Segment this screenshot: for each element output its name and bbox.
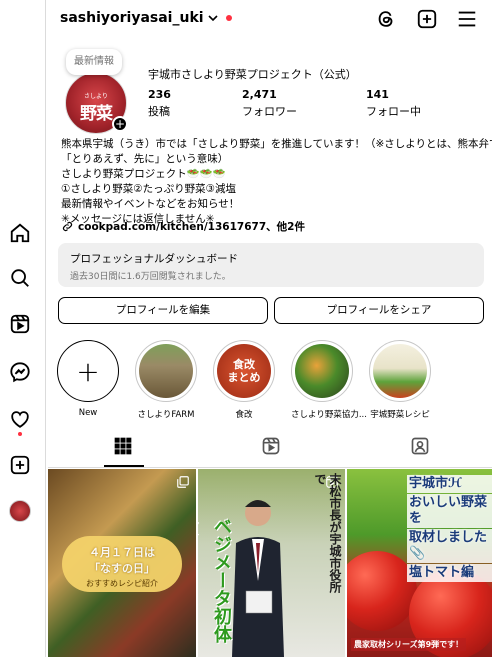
- dashboard-subtitle: 過去30日間に1.6万回閲覧されました。: [70, 272, 231, 282]
- highlight-new[interactable]: + New: [57, 340, 119, 418]
- link-text: cookpad.com/kitchen/13617677、他2件: [78, 221, 305, 233]
- post-caption-footer: 農家取材シリーズ第9弾です！: [351, 638, 467, 651]
- highlight-cover: 食改 まとめ: [213, 340, 275, 402]
- bio-line: さしより野菜プロジェクト🥗🥗🥗: [61, 168, 227, 180]
- stat-label: フォロワー: [242, 105, 297, 118]
- post-caption-line: 「なすの日」: [89, 562, 155, 575]
- side-navigation: [0, 0, 46, 657]
- stat-followers[interactable]: 2,471 フォロワー: [242, 88, 297, 119]
- create-post-icon[interactable]: [416, 8, 438, 30]
- tagged-icon[interactable]: [410, 436, 432, 458]
- highlight-shokukai[interactable]: 食改 まとめ 食改: [213, 340, 275, 420]
- highlight-cover: [369, 340, 431, 402]
- username-switcher[interactable]: sashiyoriyasai_uki: [60, 10, 232, 26]
- stat-posts[interactable]: 236 投稿: [148, 88, 171, 119]
- highlight-label: 宇城野菜レシピ: [370, 410, 430, 420]
- stat-number: 236: [148, 88, 171, 101]
- stat-label: 投稿: [148, 105, 170, 118]
- share-profile-button[interactable]: プロフィールをシェア: [274, 297, 484, 324]
- post-caption-banner: ４月１７日は 「なすの日」 おすすめレシピ紹介: [62, 536, 182, 592]
- recipe-book-image: [373, 344, 427, 398]
- post-caption-line: 塩トマト編: [407, 564, 492, 582]
- profile-tabs: [48, 428, 492, 468]
- grid-icon[interactable]: [113, 436, 135, 458]
- tomato-image: [347, 551, 417, 631]
- farm-field-image: [139, 344, 193, 398]
- bio-line: ①さしより野菜②たっぷり野菜③減塩: [61, 183, 237, 195]
- home-icon[interactable]: [9, 222, 31, 244]
- menu-icon[interactable]: [456, 8, 478, 30]
- unread-dot: [225, 15, 232, 21]
- post-caption-line: おすすめレシピ紹介: [86, 579, 158, 588]
- post-caption-highlight: ベジメータ初体験: [211, 517, 232, 643]
- highlight-recipes[interactable]: 宇城野菜レシピ: [369, 340, 431, 420]
- stat-number: 2,471: [242, 88, 277, 101]
- highlight-cover: [291, 340, 353, 402]
- bio-line: 「とりあえず、先に」という意味）: [61, 153, 229, 165]
- profile-link[interactable]: cookpad.com/kitchen/13617677、他2件: [61, 219, 305, 234]
- reels-icon[interactable]: [9, 313, 31, 335]
- professional-dashboard[interactable]: プロフェッショナルダッシュボード 過去30日間に1.6万回閲覧されました。: [58, 243, 484, 287]
- stat-number: 141: [366, 88, 389, 101]
- profile-header: sashiyoriyasai_uki: [46, 0, 492, 40]
- active-tab-indicator: [104, 465, 144, 467]
- post-caption-line: 取材しました📎: [407, 529, 492, 563]
- add-story-icon[interactable]: +: [112, 116, 128, 132]
- threads-icon[interactable]: [375, 8, 397, 30]
- edit-profile-button[interactable]: プロフィールを編集: [58, 297, 268, 324]
- shokukai-cover-image: 食改 まとめ: [217, 344, 271, 398]
- post-thumbnail[interactable]: ４月１７日は 「なすの日」 おすすめレシピ紹介: [48, 469, 196, 657]
- heart-icon[interactable]: [9, 408, 31, 430]
- highlight-label: さしより野菜協力...: [291, 410, 367, 420]
- post-caption-line: おいしい野菜を: [407, 494, 492, 528]
- post-thumbnail[interactable]: 末松市長が宇城市役所で ベジメータ初体験: [198, 469, 345, 657]
- stat-following[interactable]: 141 フォロー中: [366, 88, 421, 119]
- create-icon[interactable]: [9, 454, 31, 476]
- bio-line: 最新情報やイベントなどをお知らせ！: [61, 198, 240, 210]
- chevron-down-icon: [207, 15, 218, 22]
- highlight-label: 食改: [235, 410, 253, 420]
- post-caption-box: 宇城市ℋ おいしい野菜を 取材しました📎 塩トマト編: [407, 475, 492, 582]
- post-caption-line: 宇城市ℋ: [407, 475, 492, 493]
- cover-text: 食改: [233, 358, 255, 371]
- link-icon: [62, 221, 73, 232]
- multi-image-icon: [177, 476, 189, 488]
- highlight-label: さしよりFARM: [137, 410, 195, 420]
- username: sashiyoriyasai_uki: [60, 10, 204, 26]
- search-icon[interactable]: [9, 267, 31, 289]
- post-caption-title: 末松市長が宇城市役所で: [313, 473, 342, 593]
- highlight-cover: [135, 340, 197, 402]
- post-thumbnail[interactable]: 宇城市ℋ おいしい野菜を 取材しました📎 塩トマト編 農家取材シリーズ第9弾です…: [347, 469, 492, 657]
- profile-avatar-nav[interactable]: [9, 500, 31, 522]
- bio-line: 熊本県宇城（うき）市では「さしより野菜」を推進しています！（※さしよりとは、熊本…: [61, 138, 492, 150]
- reels-tab-icon[interactable]: [261, 436, 283, 458]
- stat-label: フォロー中: [366, 105, 421, 118]
- highlight-farm[interactable]: さしよりFARM: [135, 340, 197, 420]
- plus-icon: +: [57, 340, 119, 402]
- dashboard-title: プロフェッショナルダッシュボード: [70, 253, 238, 265]
- highlight-cooperators[interactable]: さしより野菜協力...: [291, 340, 367, 420]
- post-caption-line: ４月１７日は: [89, 546, 155, 559]
- profile-bio: 熊本県宇城（うき）市では「さしより野菜」を推進しています！（※さしよりとは、熊本…: [61, 137, 492, 227]
- notification-dot: [18, 432, 22, 436]
- vegetable-dish-image: [295, 344, 349, 398]
- display-name: 宇城市さしより野菜プロジェクト（公式）: [148, 68, 357, 81]
- highlight-label: New: [78, 408, 98, 418]
- profile-note[interactable]: 最新情報: [66, 49, 122, 75]
- cover-text: まとめ: [227, 371, 261, 384]
- messenger-icon[interactable]: [9, 361, 31, 383]
